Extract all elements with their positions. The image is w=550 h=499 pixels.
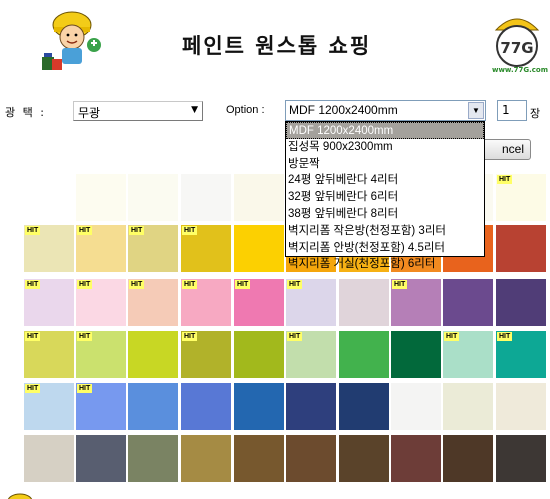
color-swatch[interactable]: HIT [76, 331, 126, 378]
color-swatch[interactable]: HIT [234, 279, 284, 326]
color-swatch[interactable] [496, 279, 546, 326]
logo-mark: 77G [500, 39, 533, 57]
color-swatch[interactable] [496, 435, 546, 482]
color-swatch[interactable]: HIT [24, 225, 74, 272]
hit-badge: HIT [444, 332, 460, 341]
color-swatch[interactable] [234, 331, 284, 378]
quantity-input[interactable]: 1 [497, 100, 527, 121]
color-swatch[interactable] [443, 435, 493, 482]
color-swatch[interactable]: HIT [286, 279, 336, 326]
hit-badge: HIT [392, 280, 408, 289]
hit-badge: HIT [129, 280, 145, 289]
dropdown-option[interactable]: 24평 앞뒤베란다 4리터 [286, 172, 484, 189]
color-swatch[interactable] [234, 225, 284, 272]
color-swatch[interactable]: HIT [181, 279, 231, 326]
color-swatch[interactable] [339, 383, 389, 430]
color-swatch[interactable] [76, 435, 126, 482]
color-swatch[interactable] [128, 331, 178, 378]
finish-select-value: 무광 [78, 106, 101, 120]
hit-badge: HIT [497, 175, 513, 184]
color-swatch[interactable] [391, 331, 441, 378]
color-swatch[interactable]: HIT [24, 279, 74, 326]
color-swatch[interactable]: HIT [128, 279, 178, 326]
color-swatch[interactable] [496, 225, 546, 272]
color-swatch[interactable]: HIT [391, 279, 441, 326]
color-swatch[interactable]: HIT [181, 331, 231, 378]
color-swatch[interactable] [181, 174, 231, 221]
dropdown-option[interactable]: 벽지리폼 작은방(천정포함) 3리터 [286, 223, 484, 240]
hit-badge: HIT [182, 332, 198, 341]
option-label: Option : [226, 104, 265, 116]
color-swatch[interactable] [339, 435, 389, 482]
dropdown-option[interactable]: 방문짝 [286, 156, 484, 173]
color-swatch[interactable] [128, 174, 178, 221]
color-swatch[interactable]: HIT [128, 225, 178, 272]
dropdown-arrow-icon[interactable]: ▼ [468, 102, 484, 119]
color-swatch[interactable] [391, 435, 441, 482]
option-dropdown-list[interactable]: MDF 1200x2400mm 집성목 900x2300mm 방문짝 24평 앞뒤베란… [285, 121, 485, 270]
color-swatch[interactable] [339, 331, 389, 378]
hit-badge: HIT [497, 332, 513, 341]
hit-badge: HIT [25, 226, 41, 235]
dropdown-option[interactable]: 집성목 900x2300mm [286, 139, 484, 156]
hit-badge: HIT [77, 280, 93, 289]
color-swatch[interactable] [286, 435, 336, 482]
hit-badge: HIT [77, 226, 93, 235]
color-swatch[interactable]: HIT [76, 225, 126, 272]
hit-badge: HIT [182, 280, 198, 289]
color-swatch[interactable] [496, 383, 546, 430]
hit-badge: HIT [25, 332, 41, 341]
color-swatch[interactable]: HIT [496, 331, 546, 378]
color-swatch[interactable] [128, 435, 178, 482]
dropdown-option[interactable]: 32평 앞뒤베란다 6리터 [286, 189, 484, 206]
hit-badge: HIT [182, 226, 198, 235]
color-swatch[interactable]: HIT [76, 383, 126, 430]
dropdown-option[interactable]: 벽지리폼 안방(천정포함) 4.5리터 [286, 240, 484, 257]
color-swatch[interactable] [24, 174, 74, 221]
finish-label: 광 택 : [5, 106, 46, 119]
color-swatch[interactable] [128, 383, 178, 430]
color-swatch[interactable]: HIT [24, 383, 74, 430]
color-swatch[interactable] [234, 174, 284, 221]
dropdown-option[interactable]: MDF 1200x2400mm [286, 122, 484, 139]
dropdown-option[interactable]: 벽지리폼 거실(천정포함) 6리터 [286, 256, 484, 273]
color-swatch[interactable] [234, 383, 284, 430]
dropdown-option[interactable]: 38평 앞뒤베란다 8리터 [286, 206, 484, 223]
color-swatch[interactable] [234, 435, 284, 482]
color-swatch[interactable] [443, 279, 493, 326]
color-swatch[interactable] [181, 383, 231, 430]
page-title: 페인트 원스톱 쇼핑 [182, 34, 372, 58]
color-swatch[interactable] [181, 435, 231, 482]
option-select[interactable]: MDF 1200x2400mm ▼ [285, 100, 486, 121]
hit-badge: HIT [287, 332, 303, 341]
unit-label: 장 [530, 107, 541, 120]
color-swatch[interactable] [76, 174, 126, 221]
hit-badge: HIT [77, 332, 93, 341]
color-swatch[interactable] [339, 279, 389, 326]
color-swatch[interactable] [24, 435, 74, 482]
hit-badge: HIT [235, 280, 251, 289]
color-swatch[interactable] [391, 383, 441, 430]
color-swatch[interactable]: HIT [496, 174, 546, 221]
hit-badge: HIT [77, 384, 93, 393]
color-swatch[interactable]: HIT [443, 331, 493, 378]
mascot-icon [0, 490, 34, 499]
color-swatch[interactable]: HIT [24, 331, 74, 378]
color-swatch[interactable]: HIT [181, 225, 231, 272]
painter-mascot-image [34, 3, 108, 75]
hit-badge: HIT [25, 280, 41, 289]
hit-badge: HIT [129, 226, 145, 235]
hit-badge: HIT [25, 384, 41, 393]
finish-select[interactable]: 무광 ▼ [73, 101, 203, 121]
color-swatch[interactable] [443, 383, 493, 430]
color-swatch[interactable] [286, 383, 336, 430]
color-swatch[interactable]: HIT [286, 331, 336, 378]
hit-badge: HIT [287, 280, 303, 289]
chevron-down-icon: ▼ [191, 105, 198, 115]
option-select-value: MDF 1200x2400mm [289, 103, 398, 117]
color-swatch[interactable]: HIT [76, 279, 126, 326]
logo-url-text: www.77G.com [492, 66, 549, 74]
